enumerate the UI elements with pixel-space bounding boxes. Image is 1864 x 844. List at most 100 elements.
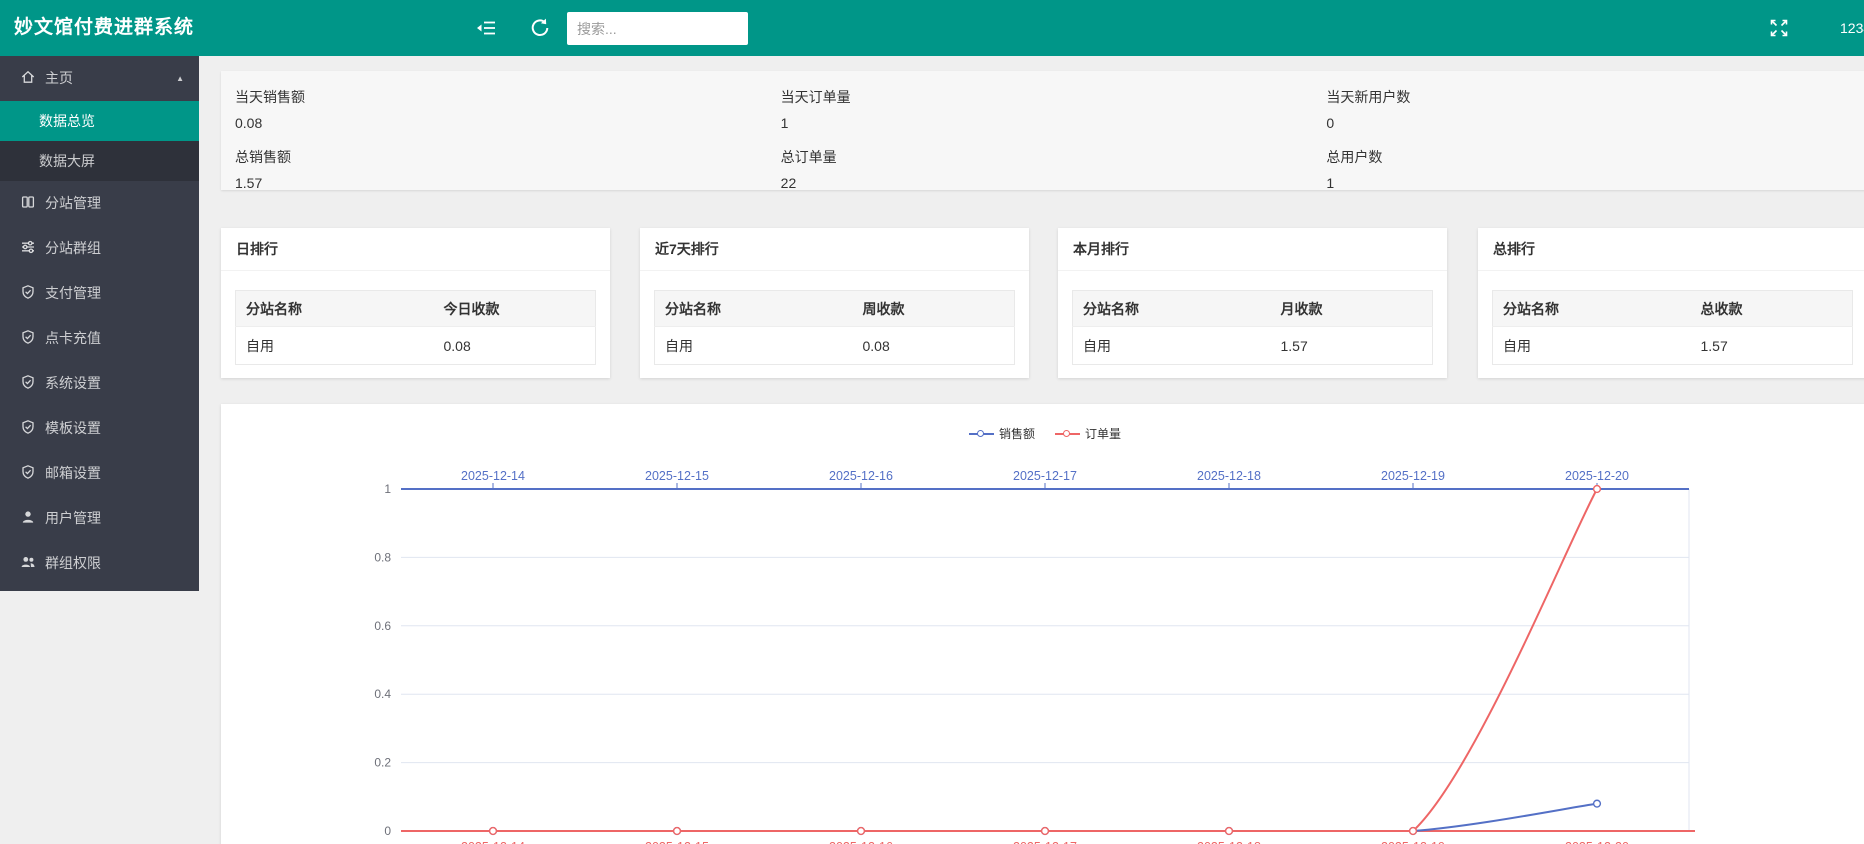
sidebar-item-label: 系统设置 [45, 375, 101, 391]
refresh-icon[interactable] [529, 17, 551, 39]
sidebar-item-email-settings[interactable]: 邮箱设置 [0, 451, 199, 496]
amount-cell: 1.57 [1271, 327, 1433, 365]
sidebar-item-template-settings[interactable]: 模板设置 [0, 406, 199, 451]
total-ranking-card: 总排行 分站名称 总收款 自用 1.57 [1478, 228, 1864, 378]
card-title: 总排行 [1478, 228, 1864, 271]
column-header: 今日收款 [434, 291, 596, 327]
svg-text:2025-12-16: 2025-12-16 [829, 469, 893, 483]
card-title: 日排行 [221, 228, 610, 271]
sidebar-item-label: 分站管理 [45, 195, 101, 211]
ranking-table: 分站名称 周收款 自用 0.08 [654, 290, 1015, 365]
site-name-cell: 自用 [1073, 327, 1271, 365]
sidebar-item-label: 支付管理 [45, 285, 101, 301]
users-icon [20, 554, 36, 570]
column-header: 分站名称 [1493, 291, 1691, 327]
sidebar-item-payment-mgmt[interactable]: 支付管理 [0, 271, 199, 316]
search-input[interactable] [567, 12, 748, 45]
stat-label: 当天订单量 [781, 87, 1327, 107]
svg-text:2025-12-18: 2025-12-18 [1197, 840, 1261, 844]
shield-check-icon [20, 419, 36, 435]
stat-total-sales: 总销售额 1.57 [235, 147, 781, 191]
table-row: 自用 0.08 [236, 327, 596, 365]
site-name-cell: 自用 [236, 327, 434, 365]
svg-text:2025-12-14: 2025-12-14 [461, 469, 525, 483]
sidebar-item-card-recharge[interactable]: 点卡充值 [0, 316, 199, 361]
svg-text:2025-12-14: 2025-12-14 [461, 840, 525, 844]
stat-label: 总销售额 [235, 147, 781, 167]
daily-ranking-card: 日排行 分站名称 今日收款 自用 0.08 [221, 228, 610, 378]
svg-text:2025-12-20: 2025-12-20 [1565, 840, 1629, 844]
stat-today-orders: 当天订单量 1 [781, 87, 1327, 131]
sidebar-item-label: 邮箱设置 [45, 465, 101, 481]
home-icon [20, 69, 36, 85]
amount-cell: 0.08 [434, 327, 596, 365]
sidebar-item-substation-groups[interactable]: 分站群组 [0, 226, 199, 271]
table-row: 自用 1.57 [1493, 327, 1853, 365]
column-header: 总收款 [1691, 291, 1853, 327]
legend-label: 销售额 [999, 425, 1035, 442]
amount-cell: 0.08 [853, 327, 1015, 365]
site-name-cell: 自用 [1493, 327, 1691, 365]
username-menu[interactable]: 12345 [1840, 0, 1864, 56]
user-icon [20, 509, 36, 525]
column-header: 分站名称 [236, 291, 434, 327]
line-series-icon [969, 429, 994, 439]
sidebar-item-substation-mgmt[interactable]: 分站管理 [0, 181, 199, 226]
column-header: 月收款 [1271, 291, 1433, 327]
sliders-icon [20, 239, 36, 255]
sidebar-item-home[interactable]: 主页 ▲ [0, 56, 199, 101]
stat-value: 1 [781, 115, 1327, 131]
sidebar-item-user-mgmt[interactable]: 用户管理 [0, 496, 199, 541]
svg-text:2025-12-19: 2025-12-19 [1381, 840, 1445, 844]
svg-text:0.2: 0.2 [374, 756, 391, 770]
ranking-table: 分站名称 今日收款 自用 0.08 [235, 290, 596, 365]
stat-label: 当天销售额 [235, 87, 781, 107]
card-title: 近7天排行 [640, 228, 1029, 271]
chevron-up-icon: ▲ [176, 56, 184, 101]
sidebar-item-system-settings[interactable]: 系统设置 [0, 361, 199, 406]
svg-text:2025-12-17: 2025-12-17 [1013, 469, 1077, 483]
column-header: 分站名称 [1073, 291, 1271, 327]
svg-text:2025-12-16: 2025-12-16 [829, 840, 893, 844]
fullscreen-icon[interactable] [1769, 18, 1789, 38]
stat-today-new-users: 当天新用户数 0 [1326, 87, 1864, 131]
line-series-icon [1055, 429, 1080, 439]
table-row: 自用 1.57 [1073, 327, 1433, 365]
sidebar-toggle-icon[interactable] [475, 17, 497, 39]
svg-text:0.8: 0.8 [374, 550, 391, 564]
svg-text:2025-12-19: 2025-12-19 [1381, 469, 1445, 483]
svg-text:1: 1 [384, 482, 391, 496]
shield-check-icon [20, 284, 36, 300]
weekly-ranking-card: 近7天排行 分站名称 周收款 自用 0.08 [640, 228, 1029, 378]
ranking-table: 分站名称 总收款 自用 1.57 [1492, 290, 1853, 365]
sidebar-subitem-data-screen[interactable]: 数据大屏 [0, 141, 199, 181]
stats-summary-panel: 当天销售额 0.08 当天订单量 1 当天新用户数 0 总销售额 1.57 总订… [221, 71, 1864, 190]
svg-text:0: 0 [384, 824, 391, 838]
sidebar-subitem-data-overview[interactable]: 数据总览 [0, 101, 199, 141]
shield-check-icon [20, 374, 36, 390]
stat-value: 1 [1326, 175, 1864, 191]
sidebar-item-label: 主页 [45, 70, 73, 86]
app-title: 妙文馆付费进群系统 [14, 0, 194, 56]
sidebar-item-label: 群组权限 [45, 555, 101, 571]
svg-text:2025-12-17: 2025-12-17 [1013, 840, 1077, 844]
table-row: 自用 0.08 [655, 327, 1015, 365]
monthly-ranking-card: 本月排行 分站名称 月收款 自用 1.57 [1058, 228, 1447, 378]
stat-total-users: 总用户数 1 [1326, 147, 1864, 191]
stat-label: 总用户数 [1326, 147, 1864, 167]
legend-item-sales[interactable]: 销售额 [969, 425, 1035, 442]
shield-check-icon [20, 464, 36, 480]
legend-item-orders[interactable]: 订单量 [1055, 425, 1121, 442]
sidebar-item-label: 分站群组 [45, 240, 101, 256]
stat-value: 0 [1326, 115, 1864, 131]
stat-value: 1.57 [235, 175, 781, 191]
stat-label: 当天新用户数 [1326, 87, 1864, 107]
grid-icon [20, 194, 36, 210]
sidebar-item-label: 模板设置 [45, 420, 101, 436]
sidebar-item-group-permissions[interactable]: 群组权限 [0, 541, 199, 586]
column-header: 周收款 [853, 291, 1015, 327]
chart-legend: 销售额 订单量 [401, 425, 1689, 442]
sales-orders-chart-panel: 销售额 订单量 2025-12-142025-12-142025-12-1520… [221, 404, 1864, 844]
stat-label: 总订单量 [781, 147, 1327, 167]
legend-label: 订单量 [1085, 425, 1121, 442]
